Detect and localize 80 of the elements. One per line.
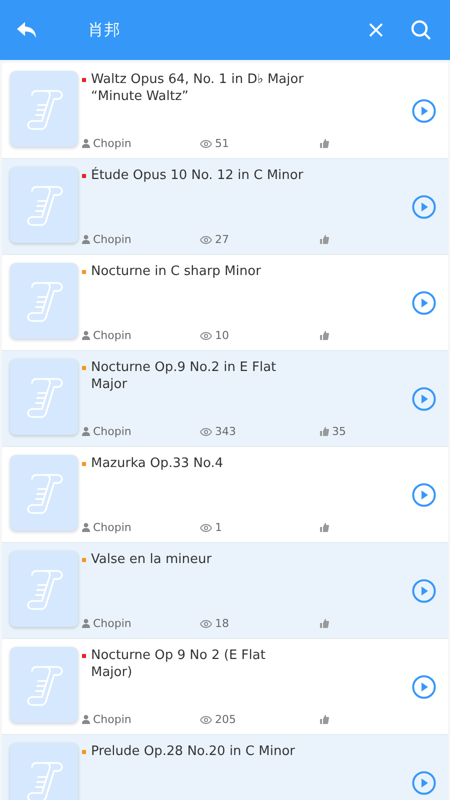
like-count: 35 xyxy=(332,425,346,438)
piece-title: Nocturne Op 9 No 2 (E Flat Major) xyxy=(91,647,266,681)
thumbs-up-icon xyxy=(320,619,329,628)
play-button[interactable] xyxy=(412,194,436,218)
thumbs-up-icon xyxy=(320,523,329,532)
piece-title: Nocturne in C sharp Minor xyxy=(91,263,262,280)
person-icon xyxy=(82,523,90,532)
play-icon xyxy=(412,98,436,122)
piece-row[interactable]: Nocturne Op 9 No 2 (E Flat Major) Chopin 205 xyxy=(2,639,448,735)
scroll-icon xyxy=(24,567,64,611)
piece-title: Prelude Op.28 No.20 in C Minor xyxy=(91,743,296,760)
thumbs-up-icon xyxy=(320,331,329,340)
composer-name: Chopin xyxy=(93,233,132,246)
play-button[interactable] xyxy=(412,98,436,122)
play-icon xyxy=(412,770,436,794)
play-icon xyxy=(412,194,436,218)
scroll-icon xyxy=(24,663,64,707)
composer-name: Chopin xyxy=(93,329,132,342)
play-button[interactable] xyxy=(412,482,436,506)
view-count: 51 xyxy=(215,137,229,150)
play-icon xyxy=(412,578,436,602)
eye-icon xyxy=(200,620,212,628)
eye-icon xyxy=(200,140,212,148)
view-count: 27 xyxy=(215,233,229,246)
eye-icon xyxy=(200,716,212,724)
piece-title: Valse en la mineur xyxy=(91,551,213,568)
thumbs-up-icon xyxy=(320,427,329,436)
view-count: 205 xyxy=(215,713,236,726)
play-button[interactable] xyxy=(412,770,436,794)
play-button[interactable] xyxy=(412,674,436,698)
eye-icon xyxy=(200,332,212,340)
composer-name: Chopin xyxy=(93,521,132,534)
search-icon xyxy=(410,19,432,41)
composer-name: Chopin xyxy=(93,137,132,150)
composer-name: Chopin xyxy=(93,713,132,726)
back-arrow-icon xyxy=(16,20,38,40)
piece-title: Mazurka Op.33 No.4 xyxy=(91,455,224,472)
thumbs-up-icon xyxy=(320,715,329,724)
piece-row[interactable]: Mazurka Op.33 No.4 Chopin 1 xyxy=(2,447,448,543)
play-button[interactable] xyxy=(412,386,436,410)
piece-row[interactable]: Nocturne Op.9 No.2 in E Flat Major Chopin 343 35 xyxy=(2,351,448,447)
thumbs-up-icon xyxy=(320,235,329,244)
eye-icon xyxy=(200,236,212,244)
close-icon xyxy=(368,22,384,38)
person-icon xyxy=(82,619,90,628)
view-count: 10 xyxy=(215,329,229,342)
piece-title: Étude Opus 10 No. 12 in C Minor xyxy=(91,167,304,184)
eye-icon xyxy=(200,428,212,436)
scroll-icon xyxy=(24,183,64,227)
composer-name: Chopin xyxy=(93,425,132,438)
play-icon xyxy=(412,290,436,314)
scroll-icon xyxy=(24,375,64,419)
person-icon xyxy=(82,331,90,340)
view-count: 18 xyxy=(215,617,229,630)
piece-row[interactable]: Waltz Opus 64, No. 1 in D♭ Major “Minute Waltz” Chopin 51 xyxy=(2,63,448,159)
scroll-icon xyxy=(24,279,64,323)
view-count: 343 xyxy=(215,425,236,438)
piece-row[interactable]: Prelude Op.28 No.20 in C Minor xyxy=(2,735,448,800)
page-title: 肖邦 xyxy=(88,20,121,40)
composer-name: Chopin xyxy=(93,617,132,630)
scroll-icon xyxy=(24,87,64,131)
person-icon xyxy=(82,235,90,244)
person-icon xyxy=(82,139,90,148)
play-button[interactable] xyxy=(412,290,436,314)
person-icon xyxy=(82,715,90,724)
person-icon xyxy=(82,427,90,436)
piece-title: Nocturne Op.9 No.2 in E Flat Major xyxy=(91,359,278,393)
piece-row[interactable]: Valse en la mineur Chopin 18 xyxy=(2,543,448,639)
play-icon xyxy=(412,482,436,506)
view-count: 1 xyxy=(215,521,222,534)
scroll-icon xyxy=(24,759,64,800)
play-button[interactable] xyxy=(412,578,436,602)
piece-row[interactable]: Nocturne in C sharp Minor Chopin 10 xyxy=(2,255,448,351)
thumbs-up-icon xyxy=(320,139,329,148)
play-icon xyxy=(412,386,436,410)
piece-row[interactable]: Étude Opus 10 No. 12 in C Minor Chopin 27 xyxy=(2,159,448,255)
piece-title: Waltz Opus 64, No. 1 in D♭ Major “Minute Waltz” xyxy=(91,71,305,105)
play-icon xyxy=(412,674,436,698)
eye-icon xyxy=(200,524,212,532)
scroll-icon xyxy=(24,471,64,515)
